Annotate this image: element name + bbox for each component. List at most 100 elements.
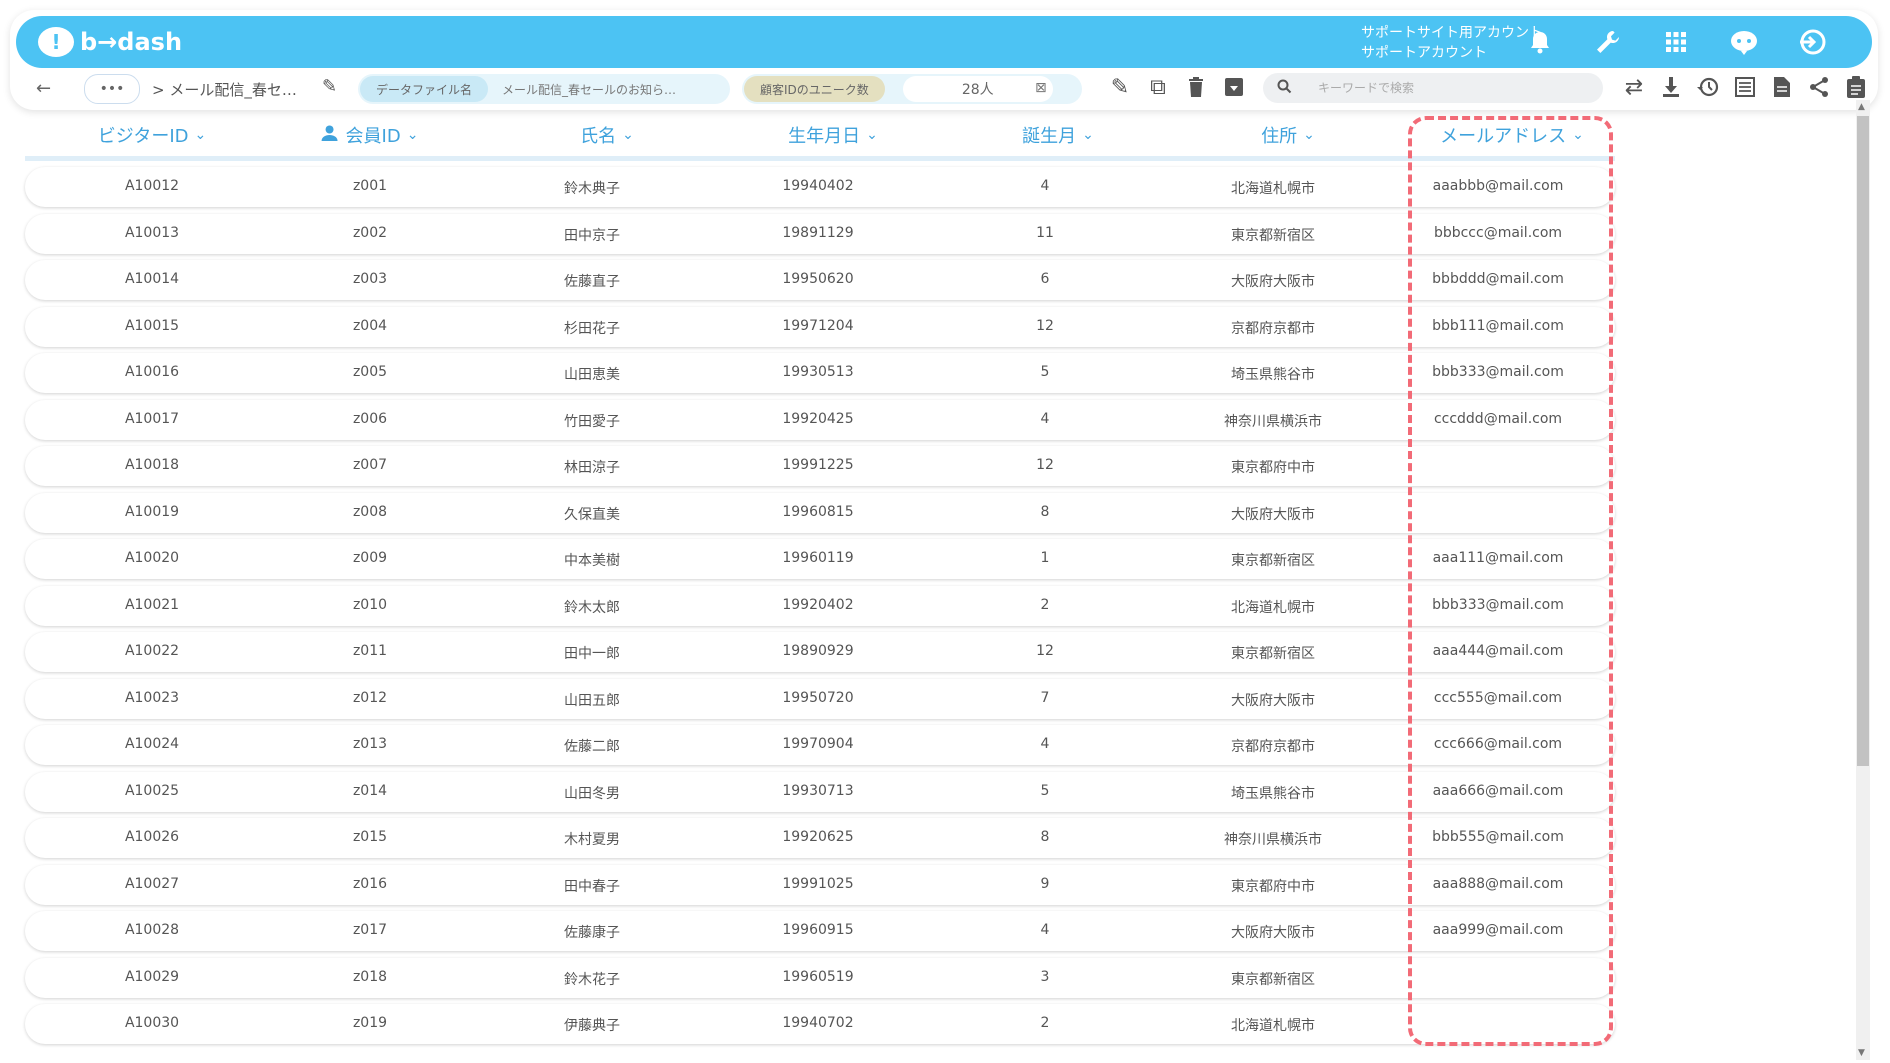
cell-email: bbb333@mail.com — [1432, 364, 1564, 380]
cell-address: 京都府京都市 — [1231, 739, 1315, 755]
table-row[interactable]: A10024 z013 佐藤二郎 19970904 4 京都府京都市 ccc666@mail… — [25, 725, 1615, 765]
cell-visitor-id: A10012 — [124, 178, 180, 194]
table-row[interactable]: A10030 z019 伊藤典子 19940702 2 北海道札幌市 — [25, 1004, 1615, 1044]
cell-member-id: z010 — [352, 596, 388, 613]
table-row[interactable]: A10029 z018 鈴木花子 19960519 3 東京都新宿区 — [25, 957, 1615, 998]
data-table: ビジターID ⌄ 会員ID ⌄ 氏名 ⌄ 生年月日 ⌄ 誕生月 ⌄ 住所 ⌄ メールアドレス… — [25, 110, 1615, 1051]
back-arrow-icon[interactable]: ← — [36, 78, 51, 99]
table-row[interactable]: A10028 z017 佐藤康子 19960915 4 大阪府大阪市 aaa999@mail… — [25, 911, 1615, 951]
history-icon[interactable] — [1694, 73, 1722, 101]
column-header-name[interactable]: 氏名 ⌄ — [580, 122, 634, 148]
cell-visitor-id: A10016 — [124, 364, 180, 380]
file-name-value: メール配信_春セールのお知ら… — [502, 82, 677, 97]
trash-icon[interactable] — [1182, 73, 1210, 101]
archive-icon[interactable] — [1220, 73, 1248, 101]
share-icon[interactable] — [1805, 73, 1833, 101]
cell-address: 北海道札幌市 — [1231, 1018, 1315, 1034]
download-icon[interactable] — [1657, 73, 1685, 101]
cell-birthdate: 19960815 — [782, 503, 854, 520]
cell-name: 久保直美 — [564, 506, 620, 523]
grid-icon[interactable] — [1658, 24, 1694, 60]
cell-member-id: z013 — [352, 736, 388, 752]
table-row[interactable]: A10022 z011 田中一郎 19890929 12 東京都新宿区 aaa444@mai… — [25, 632, 1615, 672]
column-header-birthdate[interactable]: 生年月日 ⌄ — [788, 122, 878, 148]
cell-member-id: z008 — [352, 503, 388, 520]
bdash-logo[interactable]: ! b→dash — [38, 26, 182, 58]
table-row[interactable]: A10019 z008 久保直美 19960815 8 大阪府大阪市 — [25, 492, 1615, 533]
column-header-address[interactable]: 住所 ⌄ — [1261, 122, 1315, 148]
column-header-birth-month[interactable]: 誕生月 ⌄ — [1022, 122, 1094, 148]
cell-visitor-id: A10023 — [124, 689, 180, 706]
scroll-up-icon[interactable]: ▲ — [1858, 102, 1865, 112]
table-row[interactable]: A10023 z012 山田五郎 19950720 7 大阪府大阪市 ccc555@mail… — [25, 678, 1615, 719]
cell-birthdate: 19991225 — [782, 457, 854, 473]
cell-email: bbb555@mail.com — [1432, 829, 1564, 845]
cell-name: 鈴木太郎 — [564, 599, 620, 616]
bell-icon[interactable] — [1522, 24, 1558, 60]
file-name-label: データファイル名 — [360, 76, 489, 102]
column-label: 氏名 — [580, 126, 617, 147]
cell-visitor-id: A10015 — [124, 317, 180, 334]
cell-name: 鈴木典子 — [564, 181, 620, 197]
table-row[interactable]: A10021 z010 鈴木太郎 19920402 2 北海道札幌市 bbb333@mail… — [25, 585, 1615, 626]
cell-member-id: z003 — [352, 271, 388, 287]
more-button[interactable]: ••• — [84, 74, 140, 104]
chevron-down-icon: ⌄ — [1572, 127, 1584, 143]
cell-member-id: z004 — [352, 317, 388, 334]
cell-birth-month: 5 — [1040, 364, 1050, 380]
logout-icon[interactable] — [1794, 24, 1830, 60]
table-row[interactable]: A10026 z015 木村夏男 19920625 8 神奈川県横浜市 bbb555@mai… — [25, 818, 1615, 858]
account-info[interactable]: サポートサイト用アカウント サポートアカウント — [1361, 23, 1543, 63]
cell-member-id: z018 — [352, 968, 388, 985]
cell-birthdate: 19950720 — [782, 689, 854, 706]
chevron-down-icon: ⌄ — [866, 127, 878, 143]
chat-bot-icon[interactable] — [1726, 24, 1762, 60]
cell-email: aaa888@mail.com — [1432, 875, 1564, 892]
table-row[interactable]: A10025 z014 山田冬男 19930713 5 埼玉県熊谷市 aaa666@mail… — [25, 771, 1615, 812]
cell-address: 東京都新宿区 — [1231, 553, 1315, 569]
table-row[interactable]: A10018 z007 林田涼子 19991225 12 東京都府中市 — [25, 446, 1615, 486]
copy-icon[interactable]: ⧉ — [1144, 73, 1172, 101]
cell-birth-month: 5 — [1040, 782, 1050, 799]
table-row[interactable]: A10013 z002 田中京子 19891129 11 東京都新宿区 bbbccc@mai… — [25, 213, 1615, 254]
cell-address: 埼玉県熊谷市 — [1231, 785, 1315, 802]
table-row[interactable]: A10015 z004 杉田花子 19971204 12 京都府京都市 bbb111@mai… — [25, 306, 1615, 347]
cell-email: aaa666@mail.com — [1432, 782, 1564, 799]
breadcrumb[interactable]: > メール配信_春セ… — [152, 79, 297, 100]
cell-visitor-id: A10014 — [124, 271, 180, 287]
column-header-member-id[interactable]: 会員ID ⌄ — [321, 122, 419, 148]
table-row[interactable]: A10016 z005 山田恵美 19930513 5 埼玉県熊谷市 bbb333@mail… — [25, 353, 1615, 393]
vertical-scrollbar[interactable]: ▲ ▼ — [1856, 100, 1870, 1060]
swap-icon[interactable]: ⇄ — [1620, 73, 1648, 101]
top-bar: ! b→dash サポートサイト用アカウント サポートアカウント — [16, 16, 1872, 68]
cell-name: 竹田愛子 — [564, 413, 620, 430]
cell-address: 大阪府大阪市 — [1231, 925, 1315, 941]
table-row[interactable]: A10017 z006 竹田愛子 19920425 4 神奈川県横浜市 cccddd@mai… — [25, 399, 1615, 440]
chevron-down-icon: ⌄ — [406, 127, 419, 143]
document-icon[interactable] — [1768, 73, 1796, 101]
cell-member-id: z009 — [352, 550, 388, 566]
cell-visitor-id: A10028 — [124, 922, 180, 938]
scroll-thumb[interactable] — [1857, 116, 1869, 766]
table-row[interactable]: A10027 z016 田中春子 19991025 9 東京都府中市 aaa888@mail… — [25, 864, 1615, 905]
wrench-icon[interactable] — [1590, 24, 1626, 60]
cell-birthdate: 19891129 — [782, 224, 854, 241]
cell-birthdate: 19950620 — [782, 271, 854, 287]
table-row[interactable]: A10020 z009 中本美樹 19960119 1 東京都新宿区 aaa111@mail… — [25, 539, 1615, 579]
clipboard-icon[interactable] — [1842, 73, 1870, 101]
edit-icon[interactable]: ✎ — [1106, 73, 1134, 101]
column-header-email[interactable]: メールアドレス ⌄ — [1440, 122, 1584, 148]
table-row[interactable]: A10014 z003 佐藤直子 19950620 6 大阪府大阪市 bbbddd@mail… — [25, 260, 1615, 300]
list-view-icon[interactable] — [1731, 73, 1759, 101]
pencil-icon[interactable]: ✎ — [322, 76, 337, 97]
scroll-down-icon[interactable]: ▼ — [1858, 1048, 1865, 1058]
search-box[interactable] — [1263, 73, 1603, 103]
cell-birthdate: 19970904 — [782, 736, 854, 752]
clear-count-icon[interactable]: ⊠ — [1035, 80, 1047, 96]
person-icon — [321, 125, 338, 145]
column-header-visitor-id[interactable]: ビジターID ⌄ — [98, 122, 207, 148]
table-row[interactable]: A10012 z001 鈴木典子 19940402 4 北海道札幌市 aaabbb@mail… — [25, 167, 1615, 207]
cell-email: ccc666@mail.com — [1433, 736, 1563, 752]
cell-member-id: z006 — [352, 410, 388, 427]
search-input[interactable] — [1316, 80, 1590, 96]
